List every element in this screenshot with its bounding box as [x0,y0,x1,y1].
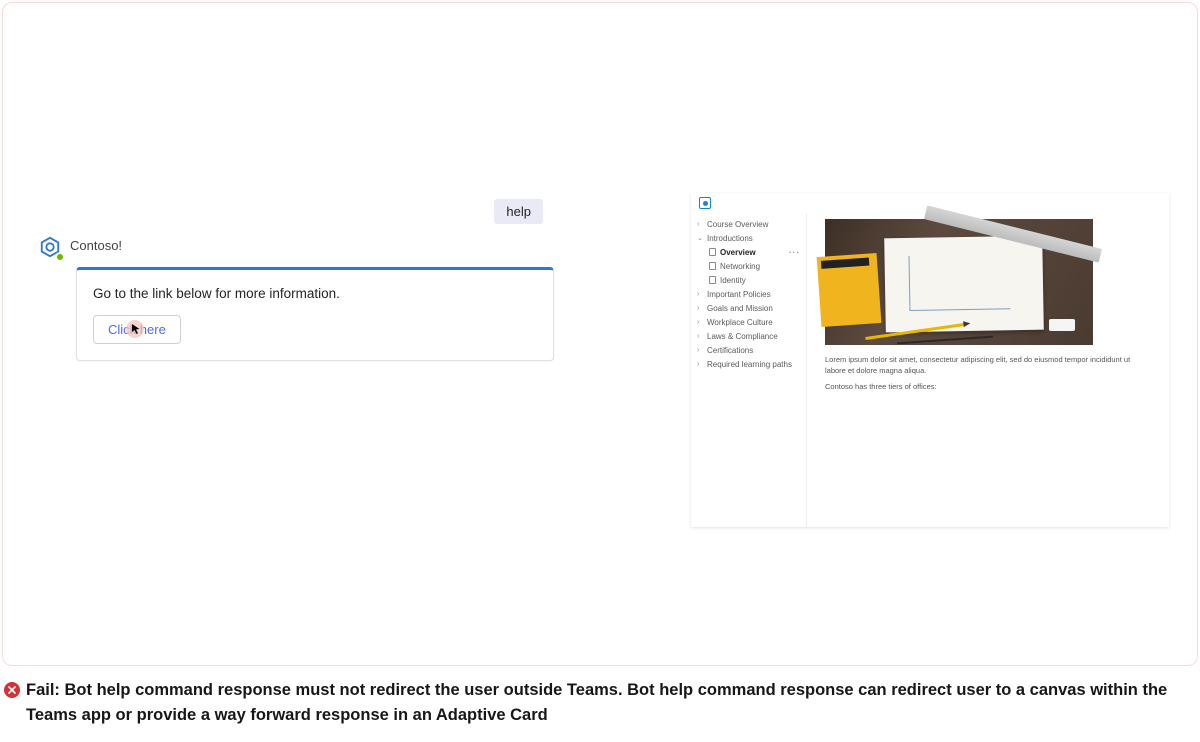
nav-item-certifications[interactable]: › Certifications [691,343,806,357]
fail-icon [4,682,20,698]
user-sent-message: help [494,199,543,224]
chevron-right-icon: › [697,319,703,326]
pen-graphic [897,336,993,345]
nav-item-course-overview[interactable]: › Course Overview [691,217,806,231]
nav-item-required-learning-paths[interactable]: › Required learning paths [691,357,806,371]
nav-item-label: Certifications [707,346,753,355]
bot-name-label: Contoso! [70,235,122,253]
document-icon [709,248,716,256]
caption-text: Fail: Bot help command response must not… [26,678,1184,728]
nav-item-goals-and-mission[interactable]: › Goals and Mission [691,301,806,315]
nav-item-label: Identity [720,276,746,285]
nav-item-label: Introductions [707,234,753,243]
chevron-right-icon: › [697,305,703,312]
chart-card-graphic [884,236,1044,333]
eraser-graphic [1049,319,1075,331]
document-icon [709,262,716,270]
app-logo-icon [699,197,711,209]
caption-row: Fail: Bot help command response must not… [4,678,1184,728]
nav-item-workplace-culture[interactable]: › Workplace Culture [691,315,806,329]
example-frame: help Contoso! Go to the link below for m… [2,2,1198,666]
external-app-window: › Course Overview ⌄ Introductions Overview ··… [691,193,1169,527]
chevron-right-icon: › [697,347,703,354]
nav-item-label: Goals and Mission [707,304,773,313]
nav-item-laws-compliance[interactable]: › Laws & Compliance [691,329,806,343]
bot-avatar [38,235,62,259]
content-pane: Lorem ipsum dolor sit amet, consectetur … [807,213,1169,527]
nav-item-introductions[interactable]: ⌄ Introductions [691,231,806,245]
nav-item-label: Networking [720,262,760,271]
chevron-right-icon: › [697,361,703,368]
presence-available-icon [55,252,65,262]
chat-panel: help Contoso! Go to the link below for m… [38,201,568,361]
book-graphic [817,253,882,327]
chevron-right-icon: › [697,291,703,298]
chevron-down-icon: ⌄ [697,234,703,242]
nav-item-networking[interactable]: Networking [691,259,806,273]
nav-item-label: Workplace Culture [707,318,773,327]
nav-item-important-policies[interactable]: › Important Policies [691,287,806,301]
nav-item-label: Important Policies [707,290,771,299]
nav-item-label: Overview [720,248,756,257]
bot-header-row: Contoso! [38,235,568,259]
card-body-text: Go to the link below for more informatio… [93,286,537,301]
nav-item-overview[interactable]: Overview ··· [691,245,806,259]
nav-item-identity[interactable]: Identity [691,273,806,287]
document-icon [709,276,716,284]
hero-image [825,219,1093,345]
more-icon[interactable]: ··· [789,248,800,257]
nav-item-label: Required learning paths [707,360,792,369]
nav-item-label: Laws & Compliance [707,332,778,341]
adaptive-card: Go to the link below for more informatio… [76,267,554,361]
chevron-right-icon: › [697,333,703,340]
app-body: › Course Overview ⌄ Introductions Overview ··… [691,213,1169,527]
chevron-right-icon: › [697,221,703,228]
click-here-button[interactable]: Click here [93,315,181,344]
content-paragraph: Lorem ipsum dolor sit amet, consectetur … [825,355,1151,376]
nav-item-label: Course Overview [707,220,768,229]
content-line2: Contoso has three tiers of offices: [825,382,1151,391]
nav-sidebar: › Course Overview ⌄ Introductions Overview ··… [691,213,807,527]
